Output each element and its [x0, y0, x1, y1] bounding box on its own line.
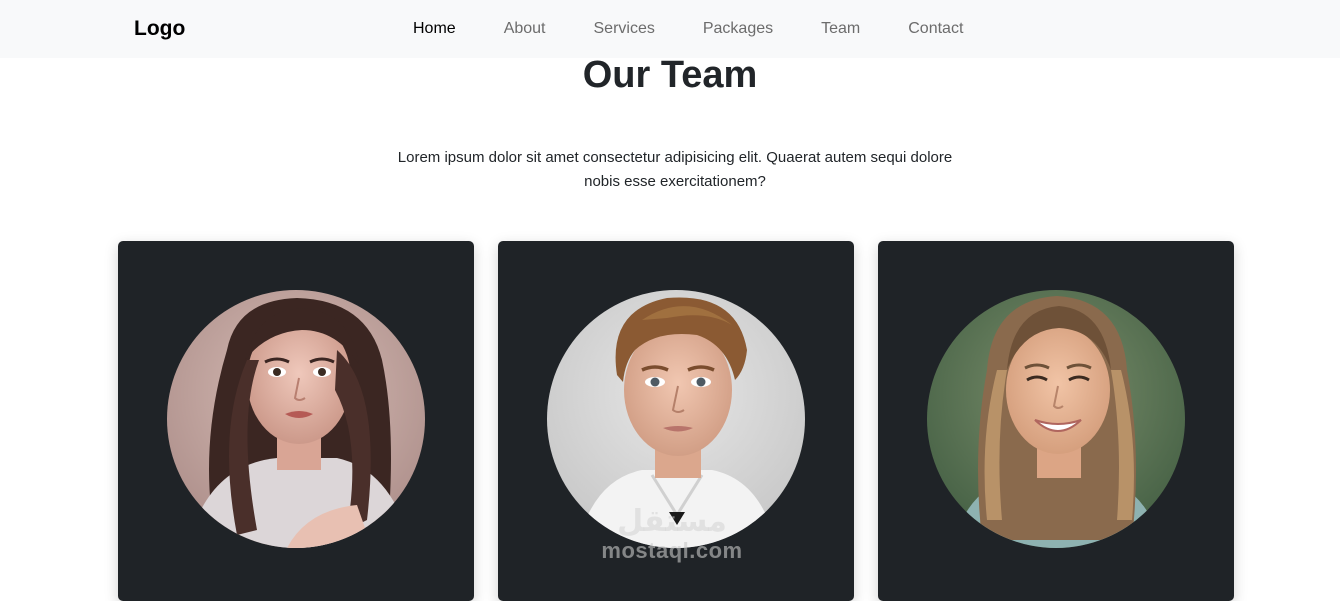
man-portrait-white-shirt: [547, 290, 805, 548]
team-member-photo: [167, 290, 425, 548]
team-card: [498, 241, 854, 601]
nav-link-about[interactable]: About: [488, 19, 562, 39]
team-card: [878, 241, 1234, 601]
team-member-photo: [927, 290, 1185, 548]
nav-link-team[interactable]: Team: [805, 19, 876, 39]
nav-link-contact[interactable]: Contact: [892, 19, 979, 39]
team-card: [118, 241, 474, 601]
section-description: Lorem ipsum dolor sit amet consectetur a…: [397, 149, 953, 190]
nav-link-services[interactable]: Services: [578, 19, 671, 39]
nav-link-home[interactable]: Home: [397, 19, 472, 39]
logo-link[interactable]: Logo: [134, 17, 185, 41]
woman-portrait-smiling: [927, 290, 1185, 548]
team-member-photo: [547, 290, 805, 548]
woman-portrait-dark-hair: [167, 290, 425, 548]
section-title: Our Team: [582, 54, 758, 96]
navbar: Logo Home About Services Packages Team C…: [0, 0, 1340, 58]
nav-links: Home About Services Packages Team Contac…: [397, 0, 995, 58]
nav-link-packages[interactable]: Packages: [687, 19, 789, 39]
